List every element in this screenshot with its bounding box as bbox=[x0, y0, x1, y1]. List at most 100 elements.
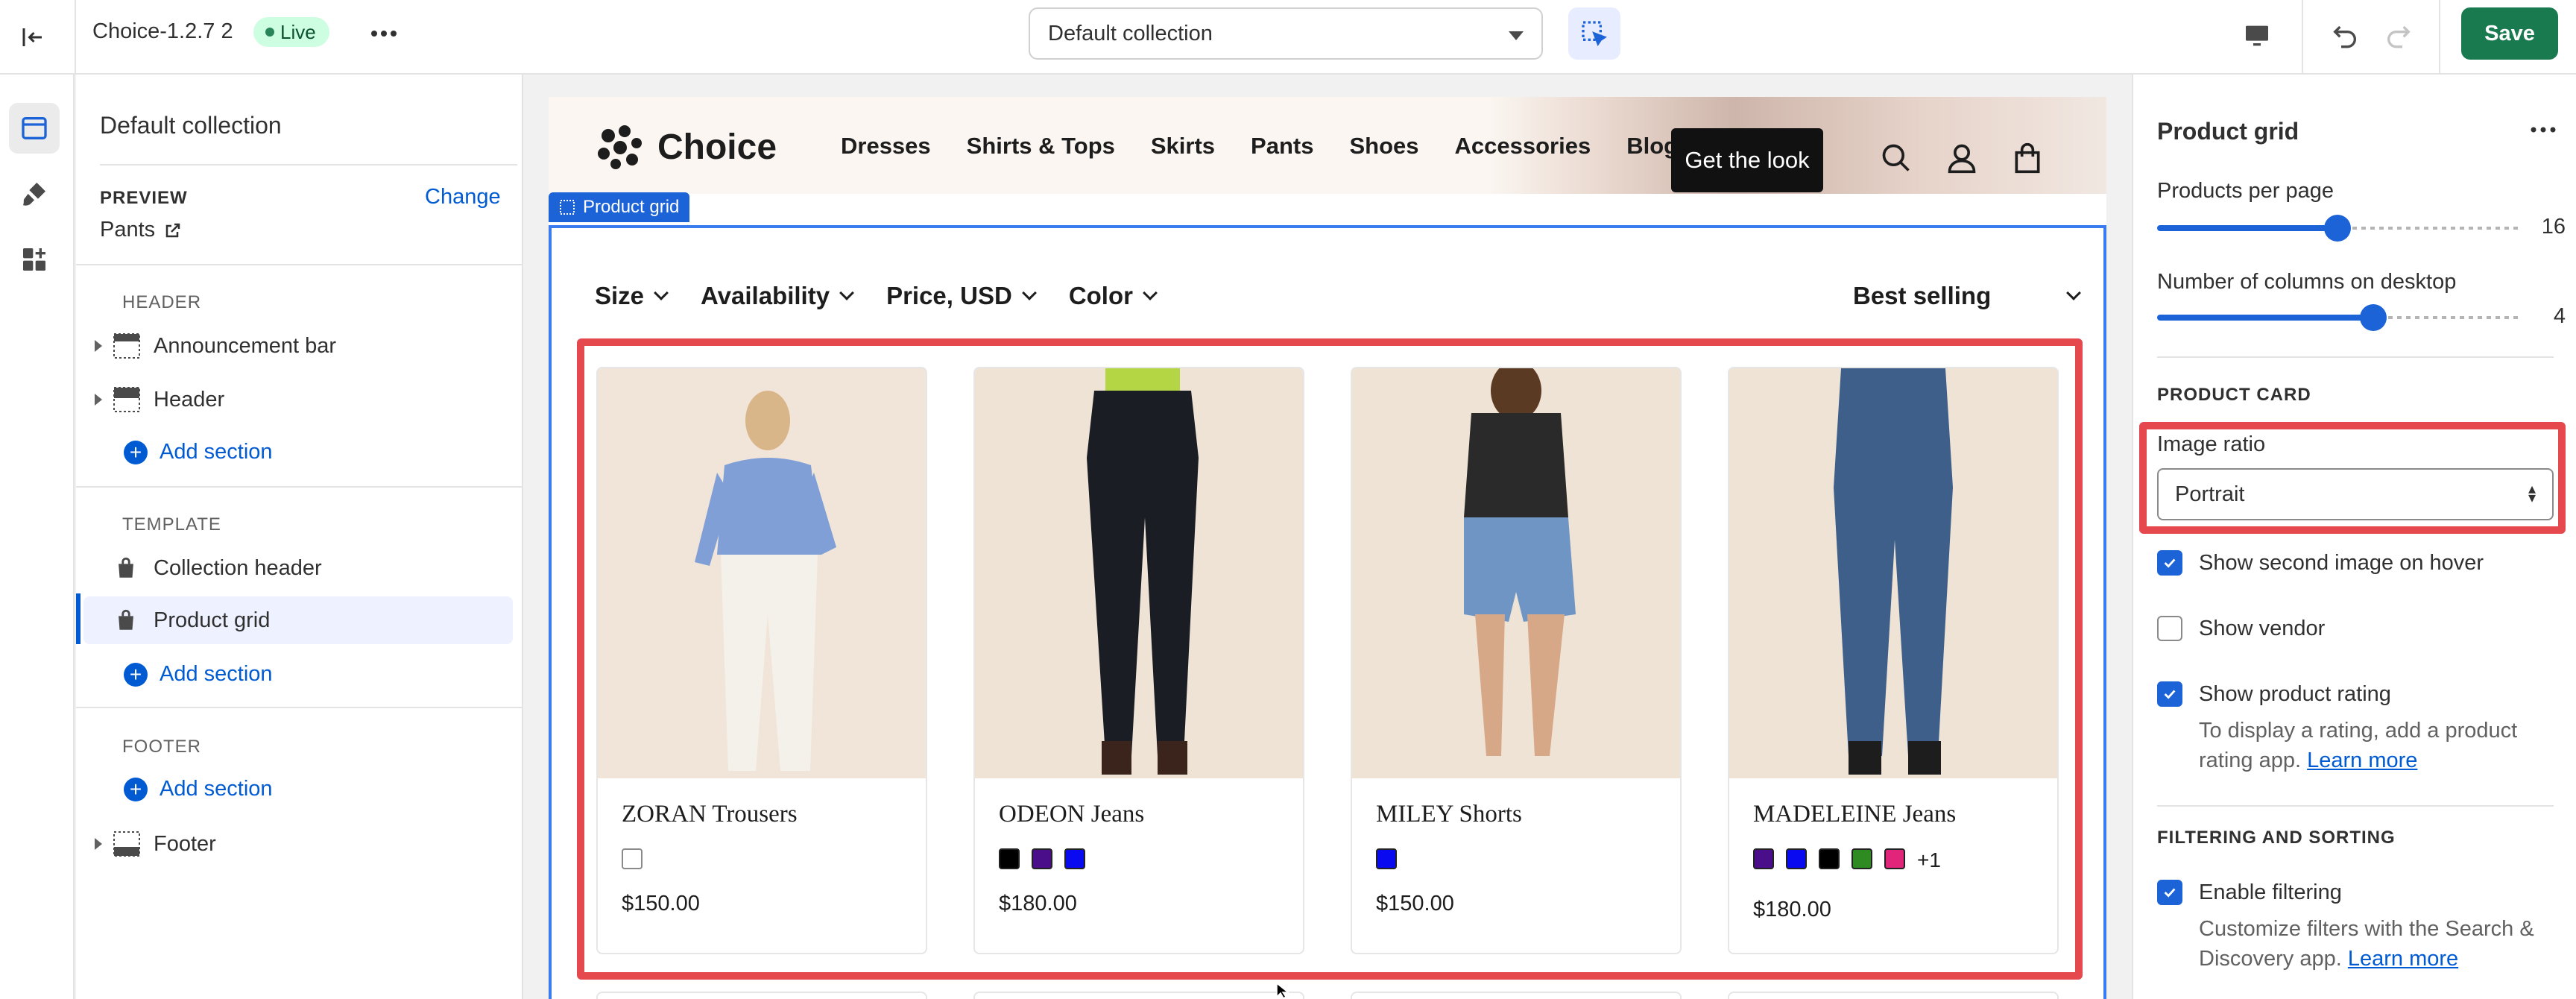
nav-item-dresses[interactable]: Dresses bbox=[841, 133, 931, 160]
chevron-down-icon bbox=[839, 286, 854, 300]
nav-item-pants[interactable]: Pants bbox=[1251, 133, 1313, 160]
color-swatch[interactable] bbox=[1376, 848, 1397, 869]
section-tag[interactable]: Product grid bbox=[549, 192, 690, 222]
sort-select[interactable]: Best selling bbox=[1853, 282, 2082, 310]
slider-track-fill bbox=[2157, 315, 2373, 321]
more-actions-icon[interactable] bbox=[367, 16, 401, 51]
nav-item-shirts-tops[interactable]: Shirts & Tops bbox=[967, 133, 1115, 160]
section-footer[interactable]: Footer bbox=[83, 820, 513, 868]
section-label: Header bbox=[154, 387, 225, 412]
product-card[interactable] bbox=[1728, 992, 2059, 999]
expand-icon[interactable] bbox=[83, 838, 113, 850]
color-swatch[interactable] bbox=[999, 848, 1020, 869]
filter-color[interactable]: Color bbox=[1069, 282, 1158, 310]
shopping-bag-icon bbox=[113, 605, 148, 635]
filter-label: Price, USD bbox=[886, 282, 1012, 309]
products-per-page-slider[interactable] bbox=[2157, 215, 2518, 242]
product-image[interactable] bbox=[975, 368, 1303, 778]
expand-icon[interactable] bbox=[83, 340, 113, 352]
checkbox-unchecked[interactable] bbox=[2157, 616, 2182, 641]
redo-icon[interactable] bbox=[2375, 10, 2422, 58]
more-colors-count[interactable]: +1 bbox=[1917, 848, 1941, 872]
product-price: $180.00 bbox=[999, 892, 1077, 916]
section-announcement-bar[interactable]: Announcement bar bbox=[83, 322, 513, 370]
section-product-grid[interactable]: Product grid bbox=[83, 596, 513, 644]
nav-rail bbox=[0, 75, 75, 999]
color-swatch[interactable] bbox=[1786, 848, 1807, 869]
product-image[interactable] bbox=[1352, 368, 1680, 778]
nav-item-accessories[interactable]: Accessories bbox=[1455, 133, 1591, 160]
checkbox-checked[interactable] bbox=[2157, 550, 2182, 576]
enable-filtering-option[interactable]: Enable filtering bbox=[2157, 880, 2342, 905]
product-card[interactable]: MILEY Shorts $150.00 bbox=[1351, 367, 1682, 954]
color-swatch[interactable] bbox=[1819, 848, 1840, 869]
store-logo[interactable]: Choice bbox=[593, 121, 777, 173]
filter-size[interactable]: Size bbox=[595, 282, 669, 310]
add-section-footer-button[interactable]: + Add section bbox=[124, 777, 273, 801]
cart-icon[interactable] bbox=[2010, 140, 2045, 176]
rating-help-text: To display a rating, add a product ratin… bbox=[2199, 716, 2549, 775]
product-card[interactable]: MADELEINE Jeans +1 $180.00 bbox=[1728, 367, 2059, 954]
color-swatches bbox=[1376, 848, 1397, 869]
product-card[interactable]: ODEON Jeans $180.00 bbox=[973, 367, 1304, 954]
section-collection-header[interactable]: Collection header bbox=[83, 544, 513, 592]
filter-availability[interactable]: Availability bbox=[701, 282, 854, 310]
desktop-preview-icon[interactable] bbox=[2233, 12, 2281, 60]
product-card[interactable] bbox=[596, 992, 927, 999]
color-swatch[interactable] bbox=[1064, 848, 1085, 869]
color-swatch[interactable] bbox=[1032, 848, 1052, 869]
slider-handle[interactable] bbox=[2360, 304, 2387, 331]
section-label: Footer bbox=[154, 831, 216, 856]
color-swatch[interactable] bbox=[1852, 848, 1872, 869]
change-preview-link[interactable]: Change bbox=[425, 185, 501, 209]
filtering-heading: FILTERING AND SORTING bbox=[2157, 828, 2396, 848]
search-icon[interactable] bbox=[1878, 140, 1914, 176]
undo-icon[interactable] bbox=[2321, 10, 2369, 58]
show-vendor-option[interactable]: Show vendor bbox=[2157, 616, 2325, 641]
color-swatch[interactable] bbox=[1884, 848, 1905, 869]
columns-slider[interactable] bbox=[2157, 304, 2518, 331]
group-label-footer: FOOTER bbox=[122, 737, 201, 757]
image-ratio-label: Image ratio bbox=[2157, 432, 2266, 456]
nav-item-skirts[interactable]: Skirts bbox=[1151, 133, 1215, 160]
learn-more-link[interactable]: Learn more bbox=[2348, 947, 2458, 971]
show-second-image-option[interactable]: Show second image on hover bbox=[2157, 550, 2484, 576]
product-title[interactable]: MILEY Shorts bbox=[1376, 801, 1522, 828]
learn-more-link[interactable]: Learn more bbox=[2307, 749, 2417, 772]
sections-icon[interactable] bbox=[9, 103, 60, 154]
template-select[interactable]: Default collection bbox=[1029, 7, 1543, 60]
more-actions-icon[interactable] bbox=[2527, 115, 2560, 145]
expand-icon[interactable] bbox=[83, 394, 113, 406]
show-rating-option[interactable]: Show product rating bbox=[2157, 681, 2391, 707]
preview-item-link[interactable]: Pants bbox=[100, 218, 182, 242]
product-card[interactable] bbox=[1351, 992, 1682, 999]
section-header[interactable]: Header bbox=[83, 376, 513, 423]
image-ratio-select[interactable]: Portrait ▴ ▾ bbox=[2157, 468, 2554, 520]
save-button[interactable]: Save bbox=[2461, 7, 2558, 60]
add-section-header-button[interactable]: + Add section bbox=[124, 440, 273, 464]
product-card[interactable] bbox=[973, 992, 1304, 999]
product-image[interactable] bbox=[1729, 368, 2057, 778]
checkbox-checked[interactable] bbox=[2157, 880, 2182, 905]
get-the-look-button[interactable]: Get the look bbox=[1671, 128, 1823, 192]
add-section-template-button[interactable]: + Add section bbox=[124, 662, 273, 687]
product-card[interactable]: ZORAN Trousers $150.00 bbox=[596, 367, 927, 954]
nav-item-shoes[interactable]: Shoes bbox=[1349, 133, 1418, 160]
account-icon[interactable] bbox=[1944, 140, 1980, 176]
color-swatch[interactable] bbox=[1753, 848, 1774, 869]
theme-settings-icon[interactable] bbox=[9, 168, 60, 219]
apps-icon[interactable] bbox=[9, 234, 60, 285]
plus-circle-icon: + bbox=[124, 777, 148, 801]
filter-price[interactable]: Price, USD bbox=[886, 282, 1037, 310]
inspector-icon[interactable] bbox=[1568, 7, 1620, 60]
product-title[interactable]: MADELEINE Jeans bbox=[1753, 801, 1956, 828]
product-title[interactable]: ZORAN Trousers bbox=[622, 801, 798, 828]
product-image[interactable] bbox=[598, 368, 926, 778]
color-swatch[interactable] bbox=[622, 848, 643, 869]
product-title[interactable]: ODEON Jeans bbox=[999, 801, 1144, 828]
slider-handle[interactable] bbox=[2324, 215, 2351, 242]
selected-indicator bbox=[76, 593, 80, 644]
exit-icon[interactable] bbox=[12, 16, 54, 58]
checkbox-checked[interactable] bbox=[2157, 681, 2182, 707]
nav-item-blog[interactable]: Blog bbox=[1626, 133, 1678, 160]
